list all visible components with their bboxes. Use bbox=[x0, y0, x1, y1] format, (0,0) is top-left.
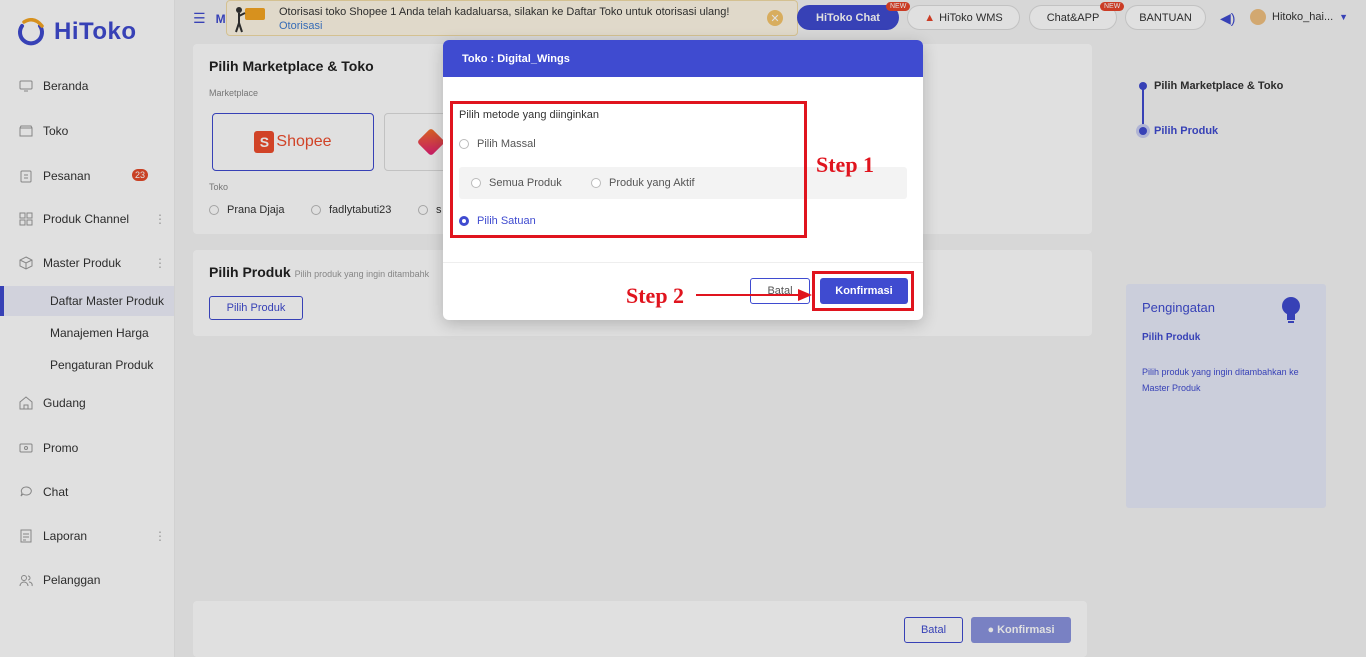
step2-label: Step 2 bbox=[626, 283, 685, 308]
step1-label: Step 1 bbox=[816, 152, 875, 177]
dialog-title: Toko : Digital_Wings bbox=[462, 52, 570, 65]
step2-arrow-icon bbox=[696, 287, 814, 308]
dialog-divider bbox=[443, 262, 923, 263]
step2-highlight-box bbox=[812, 271, 914, 311]
step1-highlight-box bbox=[450, 101, 807, 238]
dialog-header: Toko : Digital_Wings bbox=[443, 40, 923, 77]
